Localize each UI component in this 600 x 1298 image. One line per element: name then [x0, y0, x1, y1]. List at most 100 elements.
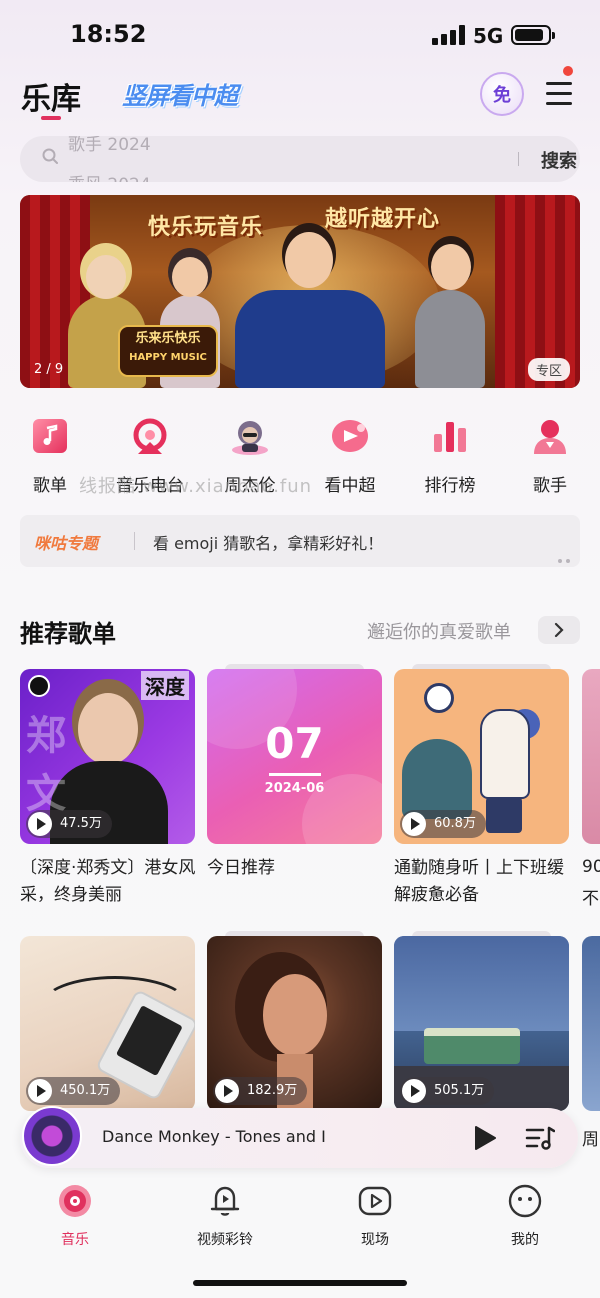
- play-button[interactable]: [473, 1125, 497, 1151]
- host-figure: [415, 244, 485, 388]
- topic-divider: [134, 532, 135, 550]
- quick-nav-singers[interactable]: 歌手: [500, 408, 600, 498]
- menu-icon: [546, 82, 572, 85]
- play-count[interactable]: 182.9万: [213, 1077, 308, 1105]
- tram-image: [424, 1028, 520, 1064]
- banner-page-indicator: 2 / 9: [34, 362, 64, 377]
- playlist-title: 今日推荐: [207, 858, 275, 878]
- play-icon: [215, 1079, 239, 1103]
- playlist-cover: 182.9万: [207, 936, 382, 1111]
- play-count[interactable]: 60.8万: [400, 810, 486, 838]
- search-icon: [42, 148, 58, 164]
- play-count[interactable]: 450.1万: [26, 1077, 121, 1105]
- play-count[interactable]: 47.5万: [26, 810, 112, 838]
- section-more-button[interactable]: [538, 616, 580, 644]
- host-figure: [235, 232, 385, 388]
- tab-video-ringtone[interactable]: 视频彩铃: [165, 1175, 285, 1255]
- tab-music[interactable]: 音乐: [15, 1175, 135, 1255]
- playlist-card[interactable]: 450.1万: [20, 936, 195, 1111]
- promo-banner[interactable]: 快乐玩音乐 越听越开心 乐来乐快乐 HAPPY MUSIC 2 / 9 专区: [20, 195, 580, 388]
- tab-label: 我的: [511, 1232, 539, 1248]
- show-logo-title: 乐来乐快乐: [135, 331, 201, 346]
- singer-icon: [534, 420, 566, 454]
- search-button[interactable]: 搜索: [541, 147, 577, 173]
- tab-profile[interactable]: 我的: [465, 1175, 585, 1255]
- playlist-card[interactable]: 182.9万: [207, 931, 382, 1111]
- peek-title: 周: [582, 1130, 599, 1150]
- show-logo-subtitle: HAPPY MUSIC: [129, 352, 207, 363]
- section-subtitle[interactable]: 邂逅你的真爱歌单: [367, 618, 511, 644]
- home-indicator[interactable]: [193, 1280, 407, 1286]
- cover-tag: 深度: [141, 671, 189, 700]
- playlist-cover: 505.1万: [394, 936, 569, 1111]
- topic-pager-dots: [558, 559, 572, 563]
- playlist-cover: 60.8万: [394, 669, 569, 844]
- playlist-queue-icon[interactable]: [525, 1124, 555, 1152]
- soccer-icon: [332, 420, 368, 452]
- peek-title: 不: [582, 889, 599, 909]
- quick-nav-soccer[interactable]: 看中超: [300, 408, 400, 498]
- playlist-title: 通勤随身听丨上下班缓解疲惫必备: [394, 858, 564, 905]
- signal-icon: [432, 25, 466, 45]
- playlist-cover: 450.1万: [20, 936, 195, 1111]
- topic-strip[interactable]: 咪咕专题 看 emoji 猜歌名，拿精彩好礼！: [20, 515, 580, 567]
- mini-player[interactable]: Dance Monkey - Tones and I: [20, 1106, 578, 1168]
- search-placeholder-next: 乘风 2024: [68, 170, 151, 182]
- section-title: 推荐歌单: [20, 620, 116, 648]
- play-icon: [28, 812, 52, 836]
- play-icon: [402, 1079, 426, 1103]
- bell-play-icon: [210, 1186, 240, 1216]
- show-logo: 乐来乐快乐 HAPPY MUSIC: [118, 325, 218, 377]
- cover-date: 2024-06: [264, 781, 325, 796]
- play-icon: [402, 812, 426, 836]
- banner-slogan: 快乐玩音乐: [148, 215, 264, 240]
- promo-logo[interactable]: 竖屏看中超: [122, 76, 238, 111]
- search-bar[interactable]: 歌手 2024 乘风 2024 搜索: [20, 136, 580, 182]
- quick-nav-label: 排行榜: [424, 476, 476, 496]
- title-underline: [41, 116, 61, 120]
- playlist-icon: [33, 419, 67, 453]
- tab-label: 现场: [361, 1232, 389, 1248]
- playlist-title: 〔深度·郑秀文〕港女风采，终身美丽: [20, 858, 196, 905]
- playlist-card-peek[interactable]: [582, 936, 600, 1111]
- bottom-tab-bar: 音乐 视频彩铃 现场 我的: [0, 1175, 600, 1255]
- playlist-card[interactable]: 505.1万: [394, 931, 569, 1111]
- quick-nav-label: 歌手: [533, 476, 567, 496]
- watermark-text: 线报酷 www.xianbao.fun: [79, 476, 313, 497]
- jay-chou-avatar-icon: [232, 421, 268, 455]
- album-art-disc[interactable]: [22, 1106, 82, 1166]
- vip-badge-label: 免: [493, 85, 511, 106]
- smiley-face-icon: [508, 1184, 542, 1218]
- clock-icon: [424, 683, 454, 713]
- playlist-card[interactable]: 07 2024-06 今日推荐: [207, 664, 382, 909]
- radio-icon: [133, 418, 167, 454]
- cover-text: 郑 文: [26, 713, 106, 817]
- banner-zone-tag[interactable]: 专区: [527, 358, 570, 381]
- topic-tag: 咪咕专题: [34, 534, 99, 553]
- tab-label: 音乐: [61, 1232, 89, 1248]
- quick-nav-charts[interactable]: 排行榜: [400, 408, 500, 498]
- playlist-card-peek[interactable]: [582, 669, 600, 844]
- vip-badge[interactable]: 免: [480, 72, 524, 116]
- status-time: 18:52: [70, 20, 147, 48]
- play-count[interactable]: 505.1万: [400, 1077, 495, 1105]
- tab-live[interactable]: 现场: [315, 1175, 435, 1255]
- search-divider: [518, 152, 519, 166]
- playlist-card[interactable]: 郑 文 深度 47.5万 〔深度·郑秀文〕港女风采，终身美丽: [20, 669, 195, 909]
- search-placeholder: 歌手 2024: [68, 136, 151, 155]
- brand-logo-icon: [28, 675, 50, 697]
- play-icon: [28, 1079, 52, 1103]
- playlist-card[interactable]: 60.8万 通勤随身听丨上下班缓解疲惫必备: [394, 664, 569, 909]
- header: 乐库 竖屏看中超 免: [0, 70, 600, 130]
- chevron-right-icon: [554, 622, 564, 638]
- notification-dot: [563, 66, 573, 76]
- tab-label: 视频彩铃: [197, 1232, 253, 1248]
- live-play-icon: [358, 1186, 392, 1216]
- quick-nav-label: 看中超: [324, 476, 376, 496]
- peek-title: 90: [582, 857, 600, 877]
- topic-text: 看 emoji 猜歌名，拿精彩好礼！: [153, 534, 384, 553]
- banner-slogan-2: 越听越开心: [325, 207, 441, 232]
- menu-button[interactable]: [544, 78, 574, 108]
- playlist-cover: 07 2024-06: [207, 669, 382, 844]
- page-title: 乐库: [21, 82, 81, 117]
